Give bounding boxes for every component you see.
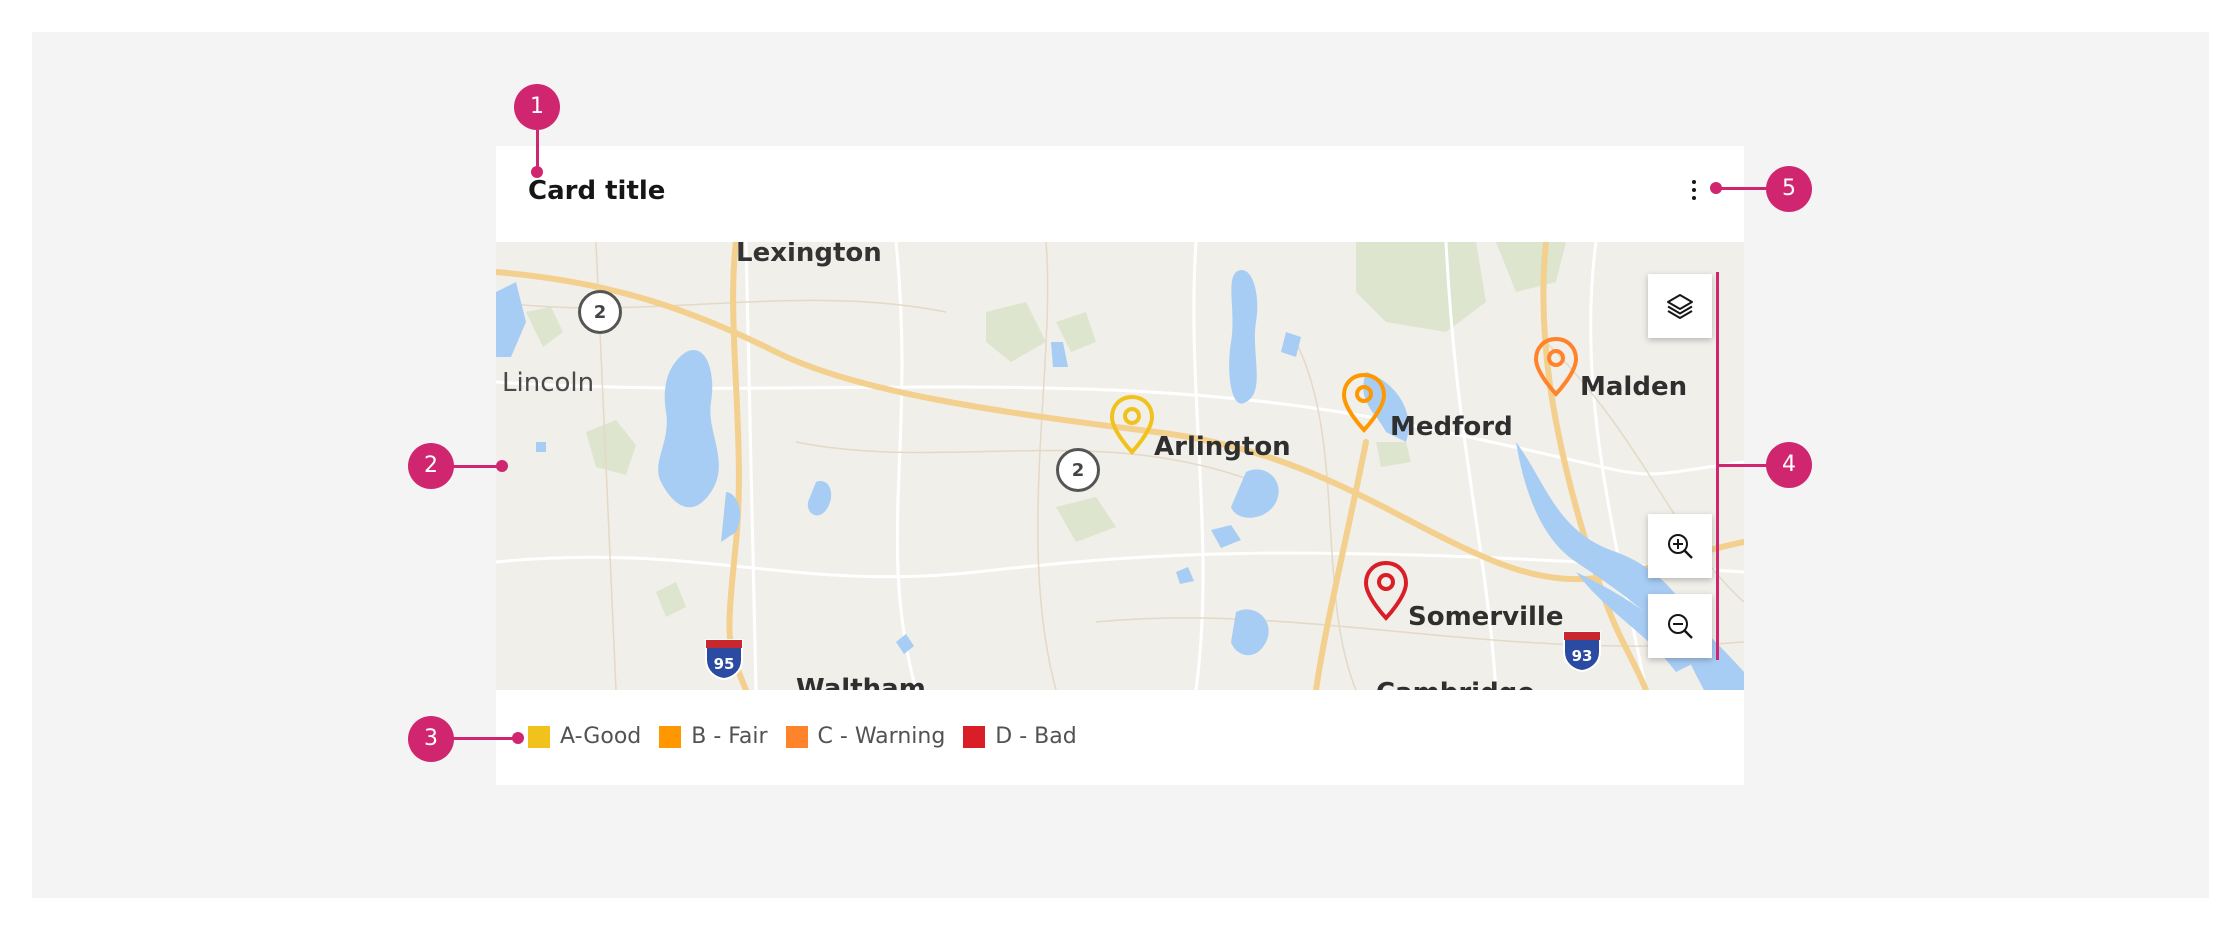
interstate-93-label: 93	[1572, 647, 1593, 665]
place-label-lexington: Lexington	[736, 242, 882, 268]
legend-label: A-Good	[560, 724, 642, 749]
place-label-cambridge: Cambridge	[1376, 678, 1535, 690]
legend-item-d-bad: D - Bad	[963, 724, 1077, 749]
callout-1: 1	[514, 84, 560, 130]
legend-swatch	[785, 725, 808, 748]
legend-item-b-fair: B - Fair	[659, 724, 768, 749]
place-label-arlington: Arlington	[1154, 432, 1291, 462]
place-label-somerville: Somerville	[1408, 602, 1564, 632]
zoom-in-button[interactable]	[1648, 514, 1712, 578]
map-card: Card title Lexington Lincoln Arlington M…	[496, 146, 1744, 785]
legend-label: D - Bad	[995, 724, 1077, 749]
legend-item-a-good: A-Good	[528, 724, 641, 749]
map-pin-malden[interactable]	[1532, 336, 1580, 398]
callout-1-leader	[536, 130, 539, 170]
callout-2-anchor	[496, 460, 508, 472]
interstate-95-label: 95	[714, 655, 735, 673]
map-area[interactable]: Lexington Lincoln Arlington Medford Mald…	[496, 242, 1744, 690]
callout-1-anchor	[531, 166, 543, 178]
overflow-menu-icon[interactable]	[1682, 170, 1706, 210]
callout-3: 3	[408, 716, 454, 762]
place-label-medford: Medford	[1390, 412, 1513, 442]
layers-button[interactable]	[1648, 274, 1712, 338]
callout-4: 4	[1766, 442, 1812, 488]
map-legend: A-Good B - Fair C - Warning D - Bad	[528, 724, 1095, 749]
callout-5-leader	[1716, 187, 1768, 190]
route-2-marker: 2	[578, 290, 622, 334]
map-pin-medford[interactable]	[1340, 372, 1388, 434]
place-label-waltham: Waltham	[796, 674, 926, 690]
legend-label: B - Fair	[691, 724, 768, 749]
zoom-out-button[interactable]	[1648, 594, 1712, 658]
legend-label: C - Warning	[817, 724, 946, 749]
legend-swatch	[963, 725, 986, 748]
map-pin-arlington[interactable]	[1108, 394, 1156, 456]
legend-swatch	[659, 725, 682, 748]
legend-swatch	[528, 725, 550, 748]
interstate-93-shield: 93	[1563, 631, 1601, 672]
place-label-lincoln: Lincoln	[502, 368, 595, 398]
callout-5: 5	[1766, 166, 1812, 212]
callout-2-leader	[452, 465, 500, 468]
callout-2: 2	[408, 443, 454, 489]
callout-3-anchor	[512, 732, 524, 744]
interstate-95-shield: 95	[705, 639, 743, 680]
route-2-marker: 2	[1056, 448, 1100, 492]
callout-3-leader	[452, 737, 518, 740]
card-title: Card title	[528, 176, 666, 206]
layers-icon	[1667, 294, 1693, 319]
place-label-malden: Malden	[1580, 372, 1688, 402]
zoom-in-icon	[1668, 534, 1693, 559]
legend-item-c-warning: C - Warning	[785, 724, 946, 749]
zoom-out-icon	[1668, 614, 1693, 639]
callout-4-leader	[1716, 464, 1768, 467]
map-pin-somerville[interactable]	[1362, 560, 1410, 622]
